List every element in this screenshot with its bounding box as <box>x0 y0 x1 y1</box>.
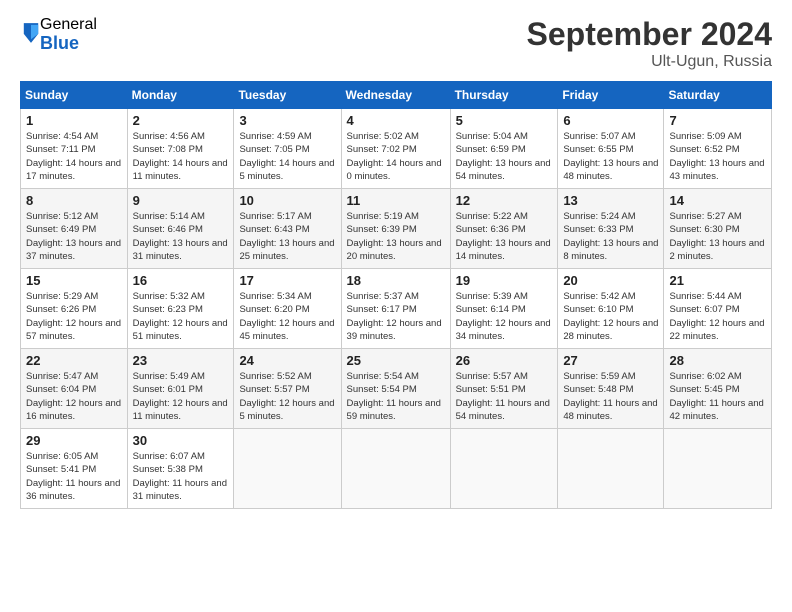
day-4: 4 Sunrise: 5:02 AMSunset: 7:02 PMDayligh… <box>341 109 450 189</box>
day-5: 5 Sunrise: 5:04 AMSunset: 6:59 PMDayligh… <box>450 109 558 189</box>
day-10: 10 Sunrise: 5:17 AMSunset: 6:43 PMDaylig… <box>234 189 341 269</box>
logo-general: General <box>40 16 97 34</box>
page-header: General Blue September 2024 Ult-Ugun, Ru… <box>20 16 772 71</box>
col-monday: Monday <box>127 82 234 109</box>
week-row-5: 29 Sunrise: 6:05 AMSunset: 5:41 PMDaylig… <box>21 429 772 509</box>
day-28: 28 Sunrise: 6:02 AMSunset: 5:45 PMDaylig… <box>664 349 772 429</box>
empty-cell-5 <box>664 429 772 509</box>
week-row-2: 8 Sunrise: 5:12 AMSunset: 6:49 PMDayligh… <box>21 189 772 269</box>
day-9: 9 Sunrise: 5:14 AMSunset: 6:46 PMDayligh… <box>127 189 234 269</box>
empty-cell-2 <box>341 429 450 509</box>
day-13: 13 Sunrise: 5:24 AMSunset: 6:33 PMDaylig… <box>558 189 664 269</box>
day-17: 17 Sunrise: 5:34 AMSunset: 6:20 PMDaylig… <box>234 269 341 349</box>
week-row-1: 1 Sunrise: 4:54 AMSunset: 7:11 PMDayligh… <box>21 109 772 189</box>
calendar-page: General Blue September 2024 Ult-Ugun, Ru… <box>0 0 792 612</box>
week-row-4: 22 Sunrise: 5:47 AMSunset: 6:04 PMDaylig… <box>21 349 772 429</box>
logo-blue: Blue <box>40 34 97 54</box>
calendar-table: Sunday Monday Tuesday Wednesday Thursday… <box>20 81 772 509</box>
day-1: 1 Sunrise: 4:54 AMSunset: 7:11 PMDayligh… <box>21 109 128 189</box>
day-11: 11 Sunrise: 5:19 AMSunset: 6:39 PMDaylig… <box>341 189 450 269</box>
day-7: 7 Sunrise: 5:09 AMSunset: 6:52 PMDayligh… <box>664 109 772 189</box>
col-friday: Friday <box>558 82 664 109</box>
day-23: 23 Sunrise: 5:49 AMSunset: 6:01 PMDaylig… <box>127 349 234 429</box>
day-30: 30 Sunrise: 6:07 AMSunset: 5:38 PMDaylig… <box>127 429 234 509</box>
day-2: 2 Sunrise: 4:56 AMSunset: 7:08 PMDayligh… <box>127 109 234 189</box>
logo-icon <box>22 21 40 45</box>
location-title: Ult-Ugun, Russia <box>527 53 772 71</box>
month-title: September 2024 <box>527 16 772 53</box>
empty-cell-4 <box>558 429 664 509</box>
day-21: 21 Sunrise: 5:44 AMSunset: 6:07 PMDaylig… <box>664 269 772 349</box>
logo: General Blue <box>20 16 97 53</box>
empty-cell-1 <box>234 429 341 509</box>
day-22: 22 Sunrise: 5:47 AMSunset: 6:04 PMDaylig… <box>21 349 128 429</box>
col-saturday: Saturday <box>664 82 772 109</box>
day-20: 20 Sunrise: 5:42 AMSunset: 6:10 PMDaylig… <box>558 269 664 349</box>
day-8: 8 Sunrise: 5:12 AMSunset: 6:49 PMDayligh… <box>21 189 128 269</box>
day-27: 27 Sunrise: 5:59 AMSunset: 5:48 PMDaylig… <box>558 349 664 429</box>
col-thursday: Thursday <box>450 82 558 109</box>
day-26: 26 Sunrise: 5:57 AMSunset: 5:51 PMDaylig… <box>450 349 558 429</box>
day-18: 18 Sunrise: 5:37 AMSunset: 6:17 PMDaylig… <box>341 269 450 349</box>
col-wednesday: Wednesday <box>341 82 450 109</box>
day-15: 15 Sunrise: 5:29 AMSunset: 6:26 PMDaylig… <box>21 269 128 349</box>
empty-cell-3 <box>450 429 558 509</box>
day-24: 24 Sunrise: 5:52 AMSunset: 5:57 PMDaylig… <box>234 349 341 429</box>
title-block: September 2024 Ult-Ugun, Russia <box>527 16 772 71</box>
day-25: 25 Sunrise: 5:54 AMSunset: 5:54 PMDaylig… <box>341 349 450 429</box>
day-29: 29 Sunrise: 6:05 AMSunset: 5:41 PMDaylig… <box>21 429 128 509</box>
day-19: 19 Sunrise: 5:39 AMSunset: 6:14 PMDaylig… <box>450 269 558 349</box>
day-6: 6 Sunrise: 5:07 AMSunset: 6:55 PMDayligh… <box>558 109 664 189</box>
day-16: 16 Sunrise: 5:32 AMSunset: 6:23 PMDaylig… <box>127 269 234 349</box>
day-14: 14 Sunrise: 5:27 AMSunset: 6:30 PMDaylig… <box>664 189 772 269</box>
day-12: 12 Sunrise: 5:22 AMSunset: 6:36 PMDaylig… <box>450 189 558 269</box>
col-sunday: Sunday <box>21 82 128 109</box>
week-row-3: 15 Sunrise: 5:29 AMSunset: 6:26 PMDaylig… <box>21 269 772 349</box>
header-row: Sunday Monday Tuesday Wednesday Thursday… <box>21 82 772 109</box>
logo-text: General Blue <box>40 16 97 53</box>
col-tuesday: Tuesday <box>234 82 341 109</box>
day-3: 3 Sunrise: 4:59 AMSunset: 7:05 PMDayligh… <box>234 109 341 189</box>
